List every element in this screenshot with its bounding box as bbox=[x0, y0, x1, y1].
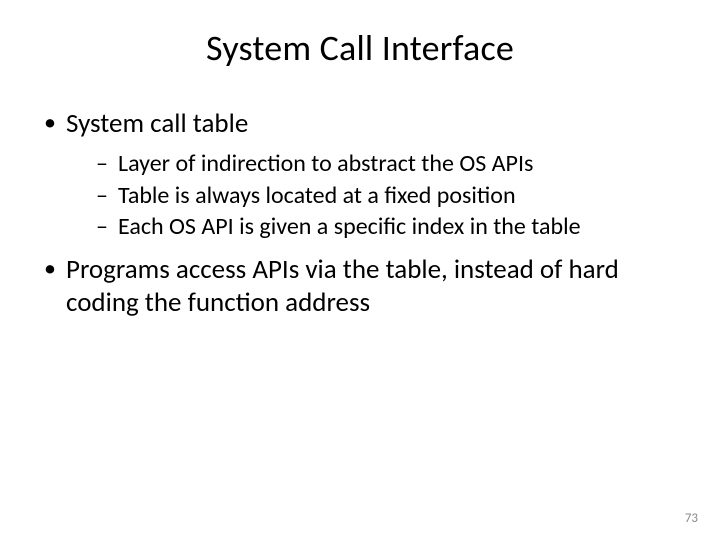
sub-bullet-text: Layer of indirection to abstract the OS … bbox=[118, 149, 533, 178]
sub-bullet-text: Table is always located at a fixed posit… bbox=[118, 181, 516, 210]
bullet-list: System call table Layer of indirection t… bbox=[40, 108, 680, 320]
sub-bullet-list: Layer of indirection to abstract the OS … bbox=[66, 149, 680, 242]
page-number: 73 bbox=[685, 511, 698, 526]
bullet-text: Programs access APIs via the table, inst… bbox=[66, 253, 619, 319]
sub-bullet-item: Layer of indirection to abstract the OS … bbox=[96, 149, 680, 179]
bullet-text: System call table bbox=[66, 107, 248, 140]
slide-title: System Call Interface bbox=[40, 26, 680, 70]
sub-bullet-text: Each OS API is given a specific index in… bbox=[118, 212, 581, 241]
sub-bullet-item: Table is always located at a fixed posit… bbox=[96, 181, 680, 211]
bullet-item: System call table Layer of indirection t… bbox=[40, 108, 680, 242]
sub-bullet-item: Each OS API is given a specific index in… bbox=[96, 212, 680, 242]
bullet-item: Programs access APIs via the table, inst… bbox=[40, 254, 680, 320]
slide: System Call Interface System call table … bbox=[0, 0, 720, 540]
